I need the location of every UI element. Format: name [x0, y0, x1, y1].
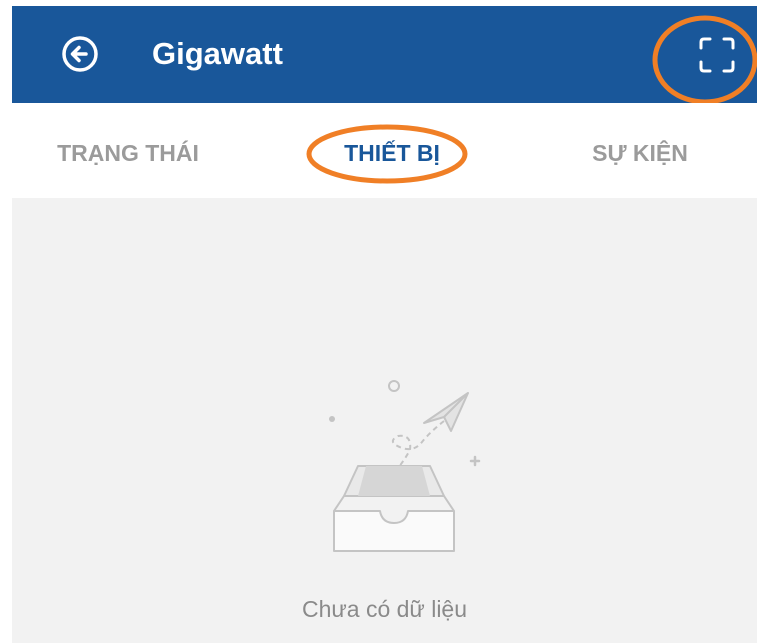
back-button[interactable] — [58, 32, 102, 76]
scan-button[interactable] — [692, 30, 742, 80]
tab-trang-thai[interactable]: TRẠNG THÁI — [34, 103, 222, 198]
scan-frame-icon — [699, 37, 735, 73]
back-arrow-icon — [62, 36, 98, 72]
page-title: Gigawatt — [152, 36, 283, 71]
empty-inbox-icon — [329, 380, 481, 552]
app-bar: Gigawatt — [12, 6, 757, 103]
content-area: Chưa có dữ liệu — [12, 198, 757, 643]
tab-thiet-bi[interactable]: THIẾT BỊ — [307, 103, 477, 198]
tab-su-kien[interactable]: SỰ KIỆN — [570, 103, 710, 198]
tab-bar: TRẠNG THÁI THIẾT BỊ SỰ KIỆN — [12, 103, 757, 198]
empty-state-text: Chưa có dữ liệu — [301, 596, 468, 622]
